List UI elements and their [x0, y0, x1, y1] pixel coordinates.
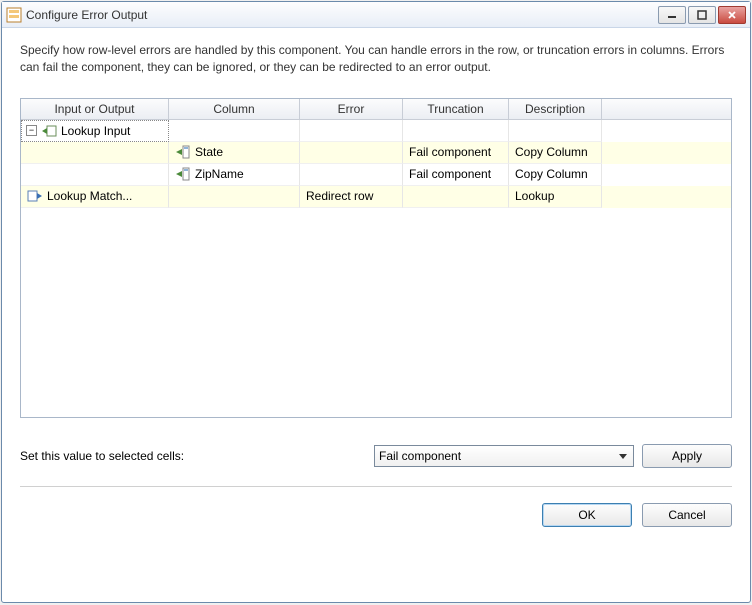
header-description[interactable]: Description [509, 99, 602, 119]
header-input-output[interactable]: Input or Output [21, 99, 169, 119]
cell-err[interactable] [300, 120, 403, 142]
table-row[interactable]: − Lookup Input [21, 120, 731, 142]
apply-button[interactable]: Apply [642, 444, 732, 468]
cell-trunc[interactable]: Fail component [403, 164, 509, 186]
dropdown-selected: Fail component [379, 449, 461, 463]
grid-body: − Lookup Input [21, 120, 731, 208]
desc-value: Lookup [515, 189, 554, 203]
table-row[interactable]: Lookup Match... Redirect row Lookup [21, 186, 731, 208]
content-area: Specify how row-level errors are handled… [2, 28, 750, 602]
desc-value: Copy Column [515, 145, 588, 159]
cell-io[interactable] [21, 142, 169, 164]
trunc-value: Fail component [409, 145, 491, 159]
ok-button[interactable]: OK [542, 503, 632, 527]
titlebar[interactable]: Configure Error Output [2, 2, 750, 28]
set-value-label: Set this value to selected cells: [20, 449, 184, 463]
cell-desc[interactable]: Lookup [509, 186, 602, 208]
cell-io[interactable]: − Lookup Input [21, 120, 169, 142]
row-label: Lookup Input [61, 124, 130, 138]
set-value-row: Set this value to selected cells: Fail c… [20, 444, 732, 468]
configure-error-output-window: Configure Error Output Specify how row-l… [1, 1, 751, 603]
column-name: ZipName [195, 167, 244, 181]
cell-trunc[interactable]: Fail component [403, 142, 509, 164]
error-grid[interactable]: Input or Output Column Error Truncation … [20, 98, 732, 418]
app-icon [6, 7, 22, 23]
grid-header: Input or Output Column Error Truncation … [21, 99, 731, 120]
cell-io[interactable] [21, 164, 169, 186]
table-row[interactable]: State Fail component Copy Column [21, 142, 731, 164]
set-value-dropdown[interactable]: Fail component [374, 445, 634, 467]
desc-value: Copy Column [515, 167, 588, 181]
header-truncation[interactable]: Truncation [403, 99, 509, 119]
separator [20, 486, 732, 487]
window-title: Configure Error Output [26, 8, 658, 22]
cell-desc[interactable]: Copy Column [509, 142, 602, 164]
cell-col[interactable] [169, 186, 300, 208]
cell-err[interactable] [300, 164, 403, 186]
header-column[interactable]: Column [169, 99, 300, 119]
column-icon [175, 145, 191, 159]
column-name: State [195, 145, 223, 159]
cell-col[interactable]: ZipName [169, 164, 300, 186]
cell-col[interactable]: State [169, 142, 300, 164]
dialog-footer: OK Cancel [20, 499, 732, 527]
row-label: Lookup Match... [47, 189, 132, 203]
description-text: Specify how row-level errors are handled… [20, 42, 732, 76]
input-arrow-icon [41, 124, 57, 138]
cell-trunc[interactable] [403, 186, 509, 208]
output-arrow-icon [27, 189, 43, 203]
maximize-button[interactable] [688, 6, 716, 24]
cell-trunc[interactable] [403, 120, 509, 142]
cancel-button[interactable]: Cancel [642, 503, 732, 527]
cell-err[interactable]: Redirect row [300, 186, 403, 208]
cell-io[interactable]: Lookup Match... [21, 186, 169, 208]
minimize-button[interactable] [658, 6, 686, 24]
cell-col[interactable] [169, 120, 300, 142]
trunc-value: Fail component [409, 167, 491, 181]
table-row[interactable]: ZipName Fail component Copy Column [21, 164, 731, 186]
column-icon [175, 167, 191, 181]
cell-desc[interactable] [509, 120, 602, 142]
cell-desc[interactable]: Copy Column [509, 164, 602, 186]
collapse-icon[interactable]: − [26, 125, 37, 136]
chevron-down-icon [615, 448, 631, 464]
err-value: Redirect row [306, 189, 373, 203]
window-controls [658, 6, 746, 24]
close-button[interactable] [718, 6, 746, 24]
header-error[interactable]: Error [300, 99, 403, 119]
cell-err[interactable] [300, 142, 403, 164]
